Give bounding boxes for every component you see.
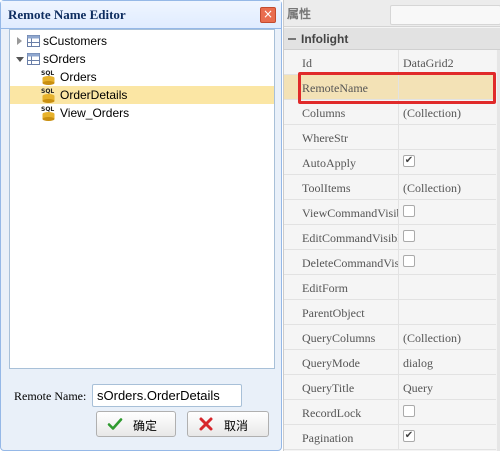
property-row-toolitems[interactable]: ToolItems (Collection) xyxy=(284,175,496,200)
property-row-pagination[interactable]: Pagination ✔ xyxy=(284,425,496,450)
property-row-querycolumns[interactable]: QueryColumns (Collection) xyxy=(284,325,496,350)
collapse-icon[interactable] xyxy=(288,38,296,40)
column-divider xyxy=(398,175,399,199)
property-name: ViewCommandVisible xyxy=(302,206,398,220)
property-value[interactable]: DataGrid2 xyxy=(403,56,454,71)
property-checkbox[interactable]: ✔ xyxy=(403,430,415,442)
property-row-parentobject[interactable]: ParentObject xyxy=(284,300,496,325)
property-row-deletecommandvisible[interactable]: DeleteCommandVisible xyxy=(284,250,496,275)
property-row-autoapply[interactable]: AutoApply ✔ xyxy=(284,150,496,175)
cancel-button-label: 取消 xyxy=(224,419,249,433)
column-divider xyxy=(398,50,399,74)
column-divider xyxy=(398,250,399,274)
sql-icon: SQL xyxy=(41,106,55,121)
close-icon: × xyxy=(262,7,274,21)
tree-node-scustomers[interactable]: sCustomers xyxy=(10,32,274,50)
property-checkbox[interactable]: ✔ xyxy=(403,155,415,167)
column-divider xyxy=(398,425,399,449)
tree-node-label: sCustomers xyxy=(43,34,108,48)
column-divider xyxy=(398,325,399,349)
property-row-viewcommandvisible[interactable]: ViewCommandVisible xyxy=(284,200,496,225)
property-name: EditForm xyxy=(302,281,349,295)
property-value[interactable]: (Collection) xyxy=(403,106,461,121)
remote-name-input[interactable] xyxy=(92,384,242,407)
property-name: Pagination xyxy=(302,431,354,445)
tree-node-label: View_Orders xyxy=(60,106,130,120)
property-row-editform[interactable]: EditForm xyxy=(284,275,496,300)
column-divider xyxy=(398,275,399,299)
tree-node-label: Orders xyxy=(60,70,97,84)
column-divider xyxy=(398,150,399,174)
property-grid: 属性 Infolight Id DataGrid2 RemoteName Column… xyxy=(283,0,500,451)
property-grid-header: 属性 xyxy=(284,0,500,27)
property-name: RecordLock xyxy=(302,406,362,420)
property-value[interactable]: dialog xyxy=(403,356,433,371)
tree-panel: sCustomers sOrders SQL Orders SQL OrderD… xyxy=(9,29,275,369)
dialog-title: Remote Name Editor xyxy=(8,7,126,22)
property-name: WhereStr xyxy=(302,131,348,145)
column-divider xyxy=(398,400,399,424)
property-row-querytitle[interactable]: QueryTitle Query xyxy=(284,375,496,400)
column-divider xyxy=(398,200,399,224)
column-divider xyxy=(398,225,399,249)
property-group-infolight[interactable]: Infolight xyxy=(284,28,500,50)
expand-icon[interactable] xyxy=(17,37,22,45)
table-icon xyxy=(27,53,40,65)
highlight-box xyxy=(298,72,496,104)
property-checkbox[interactable] xyxy=(403,205,415,217)
property-name: ParentObject xyxy=(302,306,365,320)
property-checkbox[interactable] xyxy=(403,405,415,417)
tree-node-label: OrderDetails xyxy=(60,88,128,102)
tree-node-orderdetails[interactable]: SQL OrderDetails xyxy=(10,86,274,104)
property-row-recordlock[interactable]: RecordLock xyxy=(284,400,496,425)
cancel-button[interactable]: 取消 xyxy=(187,411,269,437)
column-divider xyxy=(398,125,399,149)
table-icon xyxy=(27,35,40,47)
property-row-wherestr[interactable]: WhereStr xyxy=(284,125,496,150)
svg-text:SQL: SQL xyxy=(41,106,54,113)
tree-node-sorders[interactable]: sOrders xyxy=(10,50,274,68)
property-name: ToolItems xyxy=(302,181,351,195)
property-name: QueryColumns xyxy=(302,331,376,345)
tree-node-view-orders[interactable]: SQL View_Orders xyxy=(10,104,274,122)
column-divider xyxy=(398,375,399,399)
property-checkbox[interactable] xyxy=(403,255,415,267)
property-name: Id xyxy=(302,56,312,70)
property-value[interactable]: Query xyxy=(403,381,433,396)
sql-icon: SQL xyxy=(41,88,55,103)
property-value[interactable]: (Collection) xyxy=(403,331,461,346)
property-header-field[interactable] xyxy=(390,5,500,25)
property-grid-title: 属性 xyxy=(287,7,312,21)
cancel-x-icon xyxy=(199,417,213,431)
ok-button-label: 确定 xyxy=(133,419,158,433)
property-row-editcommandvisible[interactable]: EditCommandVisible xyxy=(284,225,496,250)
remote-name-label: Remote Name: xyxy=(14,389,87,403)
property-name: Columns xyxy=(302,106,346,120)
checkmark-icon xyxy=(107,418,123,430)
tree-node-label: sOrders xyxy=(43,52,86,66)
dialog-header: Remote Name Editor × xyxy=(1,1,281,29)
collapse-icon[interactable] xyxy=(16,57,24,62)
close-button[interactable]: × xyxy=(260,7,276,23)
remote-name-editor-dialog: Remote Name Editor × sCustomers sOrders … xyxy=(0,0,282,451)
property-name: AutoApply xyxy=(302,156,356,170)
tree-node-orders[interactable]: SQL Orders xyxy=(10,68,274,86)
property-row-querymode[interactable]: QueryMode dialog xyxy=(284,350,496,375)
property-checkbox[interactable] xyxy=(403,230,415,242)
svg-text:SQL: SQL xyxy=(41,88,54,95)
ok-button[interactable]: 确定 xyxy=(96,411,176,437)
property-name: QueryTitle xyxy=(302,381,355,395)
svg-text:SQL: SQL xyxy=(41,70,54,77)
property-group-label: Infolight xyxy=(301,32,349,46)
property-value[interactable]: (Collection) xyxy=(403,181,461,196)
property-name: EditCommandVisible xyxy=(302,231,398,245)
column-divider xyxy=(398,350,399,374)
column-divider xyxy=(398,300,399,324)
sql-icon: SQL xyxy=(41,70,55,85)
property-name: QueryMode xyxy=(302,356,360,370)
property-name: DeleteCommandVisible xyxy=(302,256,398,270)
